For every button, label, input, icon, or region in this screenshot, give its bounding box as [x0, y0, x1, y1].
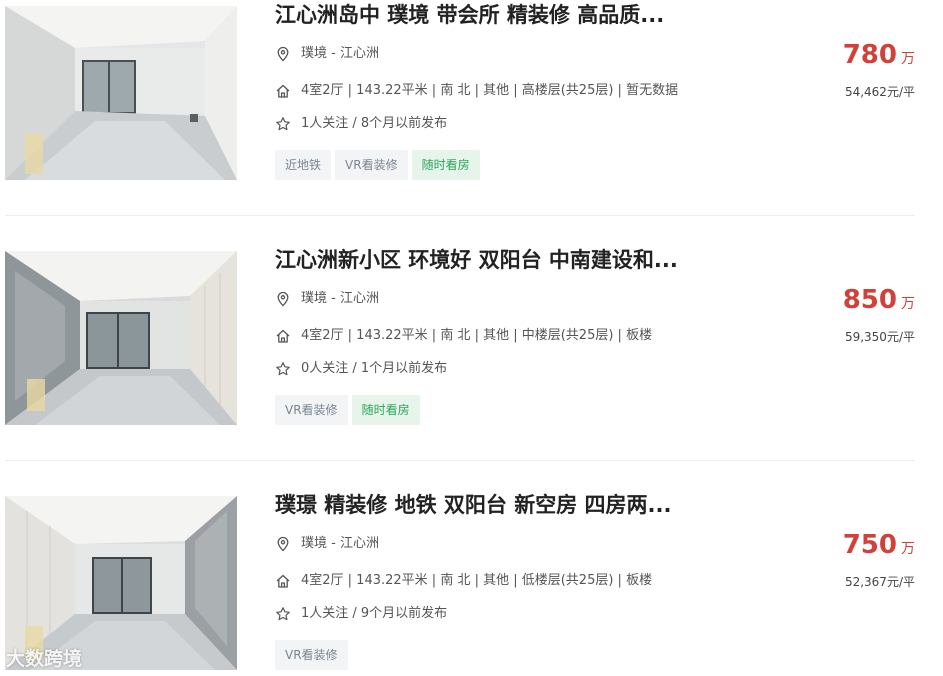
location-separator: - [327, 536, 340, 551]
room-photo [5, 251, 237, 425]
divider [5, 460, 915, 461]
location-separator: - [327, 46, 340, 61]
total-price-unit: 万 [901, 541, 915, 557]
total-price-value: 780 [842, 40, 897, 70]
watermark-logo: 大数跨境 [6, 644, 82, 671]
listing-info: 璞璟 精装修 地铁 双阳台 新空房 四房两... 璞境 - 江心洲 4室2厅 |… [275, 493, 745, 670]
area-link[interactable]: 江心洲 [340, 46, 379, 61]
total-price-unit: 万 [901, 296, 915, 312]
unit-price: 54,462元/平 [844, 85, 915, 99]
price-block: 750 万 52,367元/平 [735, 530, 915, 590]
follow-info: 1人关注 / 8个月以前发布 [301, 116, 448, 131]
follow-info: 1人关注 / 9个月以前发布 [301, 606, 448, 621]
listing-title[interactable]: 江心洲岛中 璞境 带会所 精装修 高品质... [275, 0, 745, 30]
tag-list: 近地铁 VR看装修 随时看房 [275, 150, 484, 180]
listing-list: 江心洲岛中 璞境 带会所 精装修 高品质... 璞境 - 江心洲 4室2厅 | … [0, 0, 943, 676]
location-pin-icon [277, 291, 289, 307]
star-icon [276, 607, 290, 621]
listing-title[interactable]: 璞璟 精装修 地铁 双阳台 新空房 四房两... [275, 490, 745, 520]
listing-photo[interactable] [5, 251, 237, 425]
house-icon [276, 84, 290, 98]
price-block: 850 万 59,350元/平 [735, 285, 915, 345]
location-pin-icon [277, 536, 289, 552]
unit-price: 59,350元/平 [844, 330, 915, 344]
total-price: 780 万 [735, 40, 915, 74]
community-link[interactable]: 璞境 [301, 291, 327, 306]
listing-item: 江心洲新小区 环境好 双阳台 中南建设和... 璞境 - 江心洲 4室2厅 | … [5, 248, 915, 425]
location-separator: - [327, 291, 340, 306]
tag-vr-decoration: VR看装修 [275, 395, 348, 425]
total-price: 750 万 [735, 530, 915, 564]
divider [5, 215, 915, 216]
total-price: 850 万 [735, 285, 915, 319]
community-link[interactable]: 璞境 [301, 46, 327, 61]
total-price-value: 850 [842, 285, 897, 315]
listing-item: 璞璟 精装修 地铁 双阳台 新空房 四房两... 璞境 - 江心洲 4室2厅 |… [5, 493, 915, 670]
house-info: 4室2厅 | 143.22平米 | 南 北 | 其他 | 低楼层(共25层) |… [301, 573, 653, 588]
tag-viewing-anytime: 随时看房 [351, 395, 420, 425]
listing-photo[interactable] [5, 6, 237, 180]
tag-list: VR看装修 随时看房 [275, 395, 424, 425]
total-price-unit: 万 [901, 51, 915, 67]
house-icon [276, 574, 290, 588]
listing-info: 江心洲岛中 璞境 带会所 精装修 高品质... 璞境 - 江心洲 4室2厅 | … [275, 3, 745, 180]
tag-viewing-anytime: 随时看房 [411, 150, 480, 180]
location-pin-icon [277, 46, 289, 62]
tag-list: VR看装修 [275, 640, 352, 670]
listing-info: 江心洲新小区 环境好 双阳台 中南建设和... 璞境 - 江心洲 4室2厅 | … [275, 248, 745, 425]
tag-vr-decoration: VR看装修 [335, 150, 408, 180]
house-info: 4室2厅 | 143.22平米 | 南 北 | 其他 | 高楼层(共25层) |… [301, 83, 679, 98]
listing-item: 江心洲岛中 璞境 带会所 精装修 高品质... 璞境 - 江心洲 4室2厅 | … [5, 3, 915, 180]
house-icon [276, 329, 290, 343]
follow-info: 0人关注 / 1个月以前发布 [301, 361, 448, 376]
area-link[interactable]: 江心洲 [340, 291, 379, 306]
star-icon [276, 117, 290, 131]
star-icon [276, 362, 290, 376]
price-block: 780 万 54,462元/平 [735, 40, 915, 100]
community-link[interactable]: 璞境 [301, 536, 327, 551]
listing-title[interactable]: 江心洲新小区 环境好 双阳台 中南建设和... [275, 245, 745, 275]
watermark-text: 大数跨境 [6, 648, 83, 670]
tag-near-subway: 近地铁 [275, 150, 332, 180]
area-link[interactable]: 江心洲 [340, 536, 379, 551]
house-info: 4室2厅 | 143.22平米 | 南 北 | 其他 | 中楼层(共25层) |… [301, 328, 653, 343]
room-photo [5, 6, 237, 180]
unit-price: 52,367元/平 [844, 575, 915, 589]
total-price-value: 750 [842, 530, 897, 560]
tag-vr-decoration: VR看装修 [275, 640, 348, 670]
